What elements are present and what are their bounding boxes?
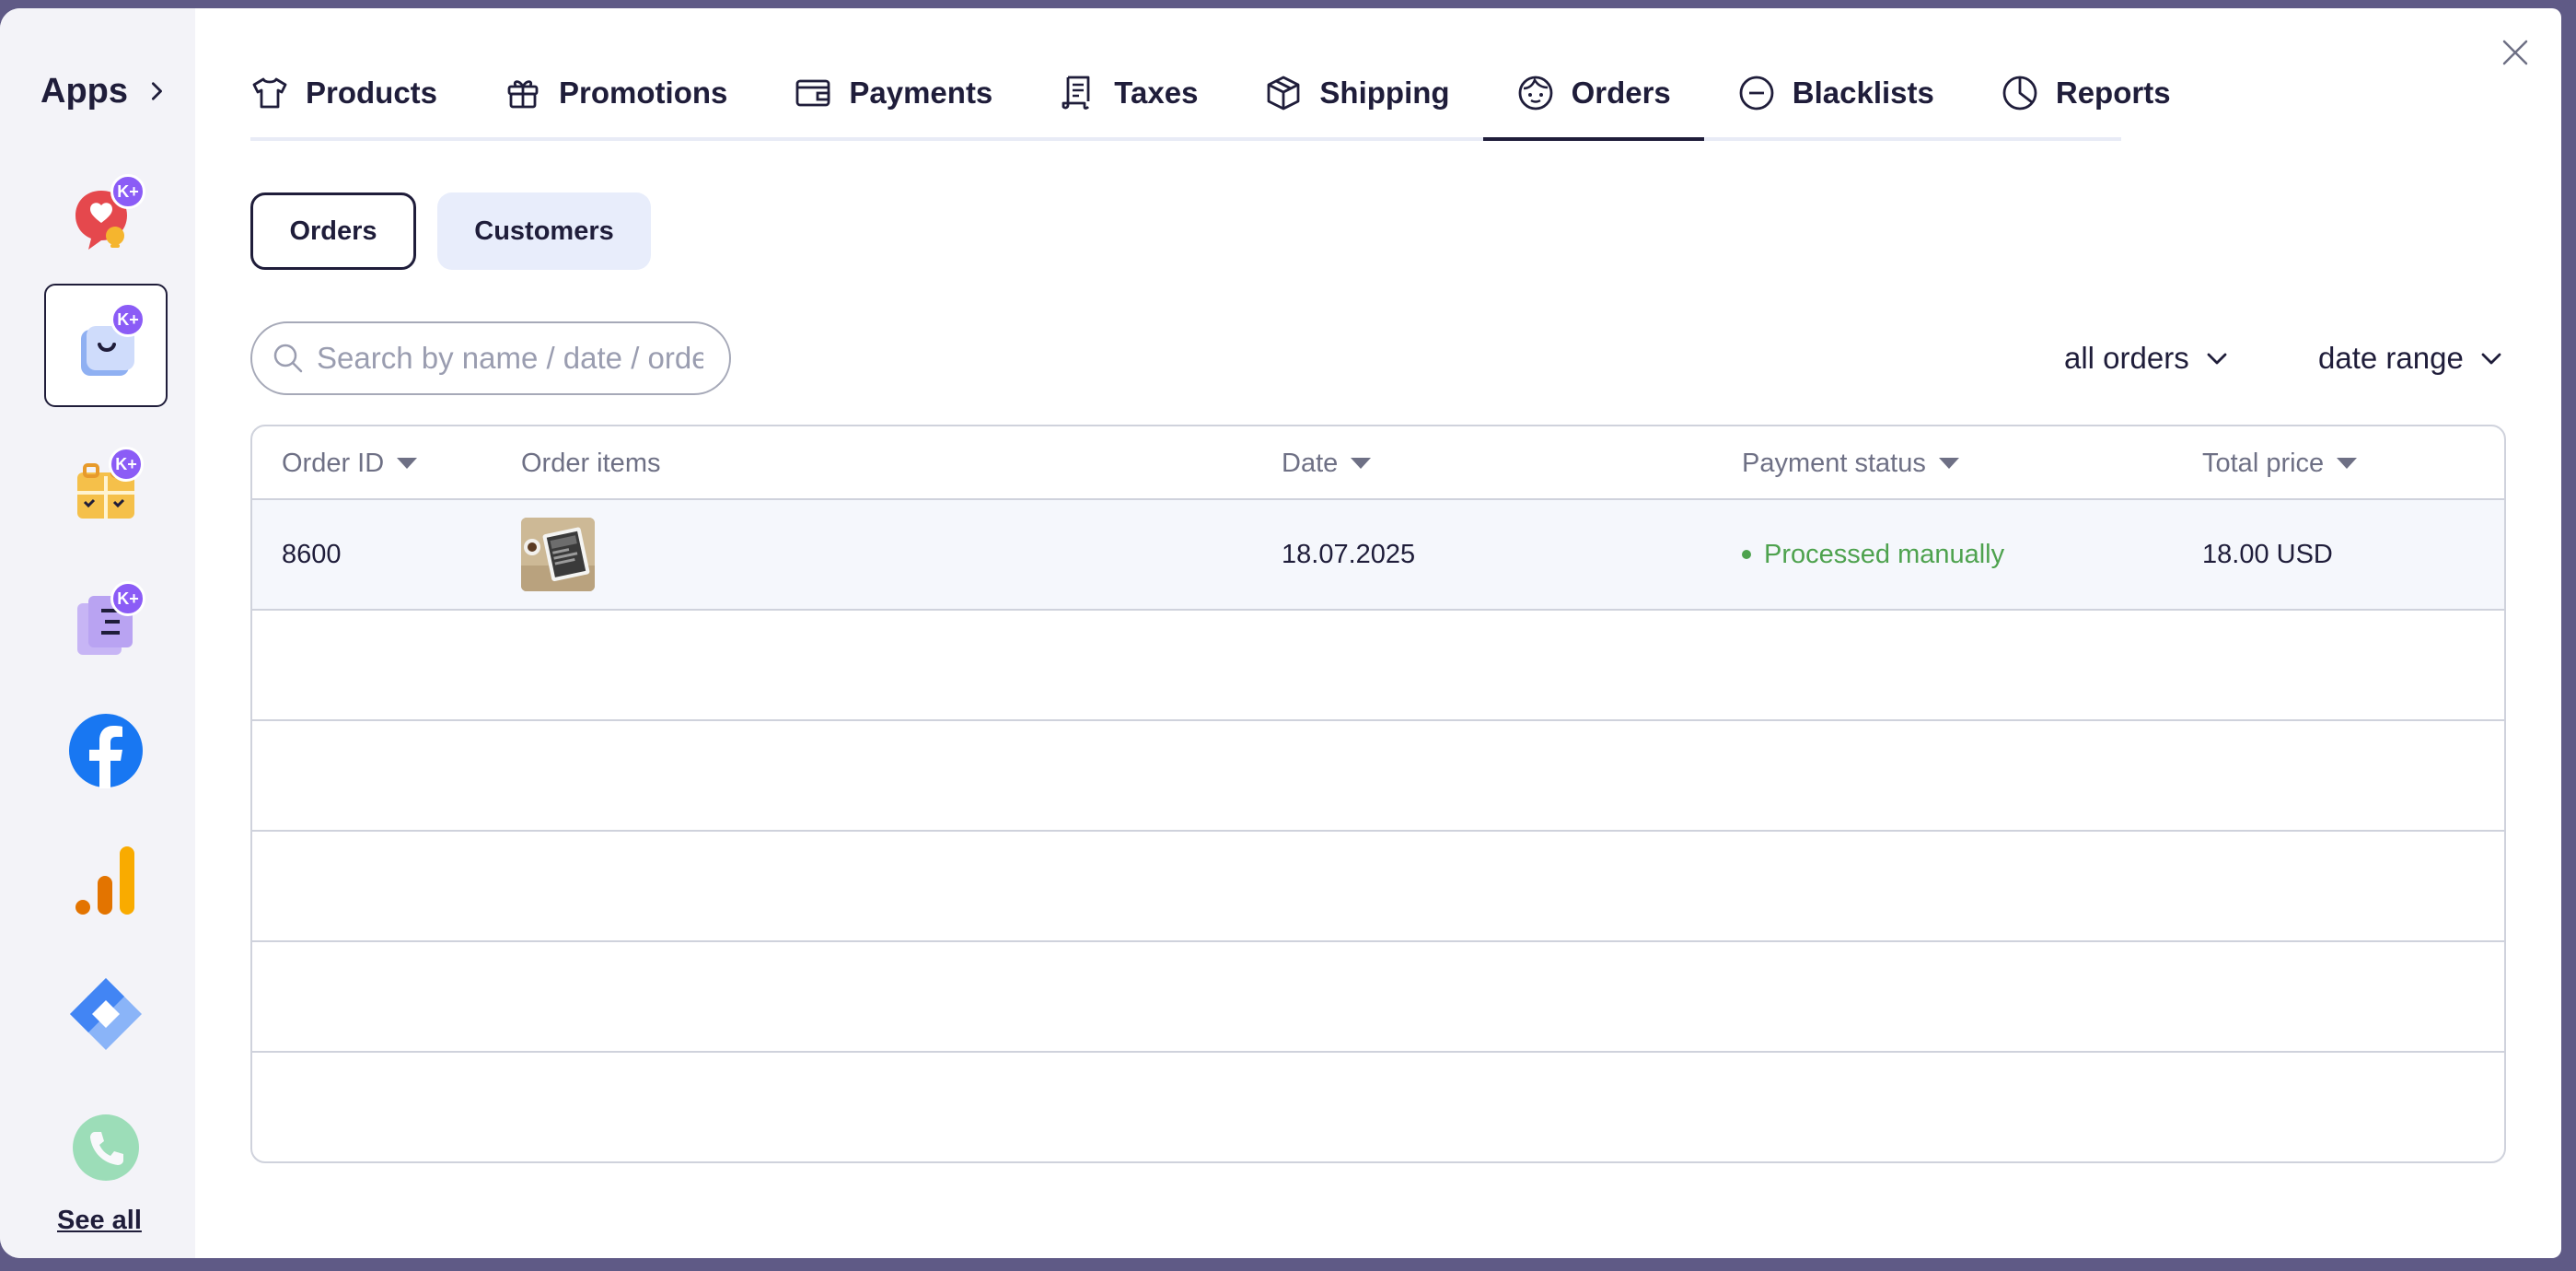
sort-caret-icon xyxy=(1351,458,1372,469)
app-forms[interactable]: K+ xyxy=(44,559,168,682)
tab-label: Payments xyxy=(849,76,993,110)
face-icon xyxy=(1518,76,1552,111)
empty-table-row xyxy=(252,942,2504,1053)
tab-reports[interactable]: Reports xyxy=(1967,49,2204,137)
tab-shipping[interactable]: Shipping xyxy=(1231,49,1482,137)
minus-circle-icon xyxy=(1739,76,1774,111)
gift-icon xyxy=(507,80,539,109)
apps-header[interactable]: Apps xyxy=(41,65,167,117)
orders-table: Order ID Order items Date Payment status… xyxy=(250,425,2506,1163)
main-tabs: Products Promotions Payments Taxes Shipp… xyxy=(250,49,2171,141)
tab-label: Shipping xyxy=(1319,76,1450,110)
status-dot xyxy=(1742,550,1751,559)
receipt-icon xyxy=(1062,76,1090,110)
k-plus-badge: K+ xyxy=(110,302,145,337)
close-icon xyxy=(2502,40,2528,65)
date-header[interactable]: Date xyxy=(1282,426,1372,500)
date-cell: 18.07.2025 xyxy=(1282,539,1416,569)
app-analytics[interactable] xyxy=(44,819,168,942)
sort-caret-icon xyxy=(1938,458,1959,469)
payment-status-label: Processed manually xyxy=(1764,539,2005,569)
see-all-link[interactable]: See all xyxy=(57,1206,142,1236)
wallet-icon xyxy=(795,79,830,107)
app-tag-manager[interactable] xyxy=(44,952,168,1076)
tab-label: Taxes xyxy=(1114,76,1199,110)
order-id-cell: 8600 xyxy=(282,539,342,569)
chevron-right-icon xyxy=(151,82,162,100)
tab-taxes[interactable]: Taxes xyxy=(1026,49,1231,137)
phone-icon xyxy=(73,1114,139,1181)
total-price-cell: 18.00 USD xyxy=(2202,539,2333,569)
apps-title: Apps xyxy=(41,71,128,111)
app-store[interactable]: K+ xyxy=(44,284,168,407)
app-notification[interactable]: K+ xyxy=(44,157,168,281)
header-label: Date xyxy=(1282,448,1339,478)
tab-label: Orders xyxy=(1571,76,1671,110)
sort-caret-icon xyxy=(397,458,418,469)
order-filter-dropdown[interactable]: all orders xyxy=(2064,331,2228,386)
tab-label: Blacklists xyxy=(1792,76,1934,110)
order-filter-value: all orders xyxy=(2064,341,2189,375)
header-label: Payment status xyxy=(1742,448,1926,478)
product-image xyxy=(521,518,595,591)
tab-orders[interactable]: Orders xyxy=(1482,49,1705,141)
header-label: Order items xyxy=(521,448,661,478)
tab-blacklists[interactable]: Blacklists xyxy=(1704,49,1967,137)
table-row[interactable]: 8600 18.07.2025 Processed manually 18.00… xyxy=(252,500,2504,611)
app-facebook[interactable] xyxy=(44,689,168,812)
tab-products[interactable]: Products xyxy=(250,49,470,137)
tab-payments[interactable]: Payments xyxy=(760,49,1026,137)
search-box[interactable] xyxy=(250,321,731,395)
search-icon xyxy=(273,344,303,373)
close-button[interactable] xyxy=(2491,29,2539,76)
sort-caret-icon xyxy=(2337,458,2358,469)
app-dialog: Apps K+ K+ K+ K+ See all Products Promot… xyxy=(0,8,2561,1258)
k-plus-badge: K+ xyxy=(110,174,145,209)
date-range-dropdown[interactable]: date range xyxy=(2318,331,2502,386)
pie-chart-icon xyxy=(2002,76,2037,111)
app-booking[interactable]: K+ xyxy=(44,425,168,548)
facebook-icon xyxy=(69,714,143,788)
tab-label: Products xyxy=(306,76,438,110)
table-header: Order ID Order items Date Payment status… xyxy=(252,426,2504,500)
empty-table-row xyxy=(252,1053,2504,1161)
date-range-value: date range xyxy=(2318,341,2464,375)
orders-segment-button[interactable]: Orders xyxy=(250,192,416,270)
tab-promotions[interactable]: Promotions xyxy=(470,49,760,137)
tshirt-icon xyxy=(252,77,287,109)
customers-segment-button[interactable]: Customers xyxy=(437,192,651,270)
search-input[interactable] xyxy=(317,341,703,376)
payment-status-cell: Processed manually xyxy=(1742,500,2004,609)
total-price-header[interactable]: Total price xyxy=(2202,426,2358,500)
tag-manager-icon xyxy=(70,978,142,1050)
empty-table-row xyxy=(252,721,2504,832)
app-phone[interactable] xyxy=(44,1086,168,1209)
payment-status-header[interactable]: Payment status xyxy=(1742,426,1959,500)
empty-table-row xyxy=(252,832,2504,942)
header-label: Total price xyxy=(2202,448,2325,478)
chevron-down-icon xyxy=(2207,353,2227,365)
analytics-icon xyxy=(75,846,134,915)
header-label: Order ID xyxy=(282,448,385,478)
empty-table-row xyxy=(252,611,2504,721)
order-items-header: Order items xyxy=(521,426,660,500)
order-id-header[interactable]: Order ID xyxy=(282,426,418,500)
apps-sidebar: Apps K+ K+ K+ K+ See all xyxy=(0,8,195,1258)
chevron-down-icon xyxy=(2481,353,2501,365)
k-plus-badge: K+ xyxy=(110,581,145,616)
tab-label: Promotions xyxy=(559,76,728,110)
product-thumbnail xyxy=(521,518,595,591)
k-plus-badge: K+ xyxy=(109,447,144,482)
tab-label: Reports xyxy=(2055,76,2171,110)
order-items-cell xyxy=(521,500,595,609)
box-icon xyxy=(1268,76,1300,111)
